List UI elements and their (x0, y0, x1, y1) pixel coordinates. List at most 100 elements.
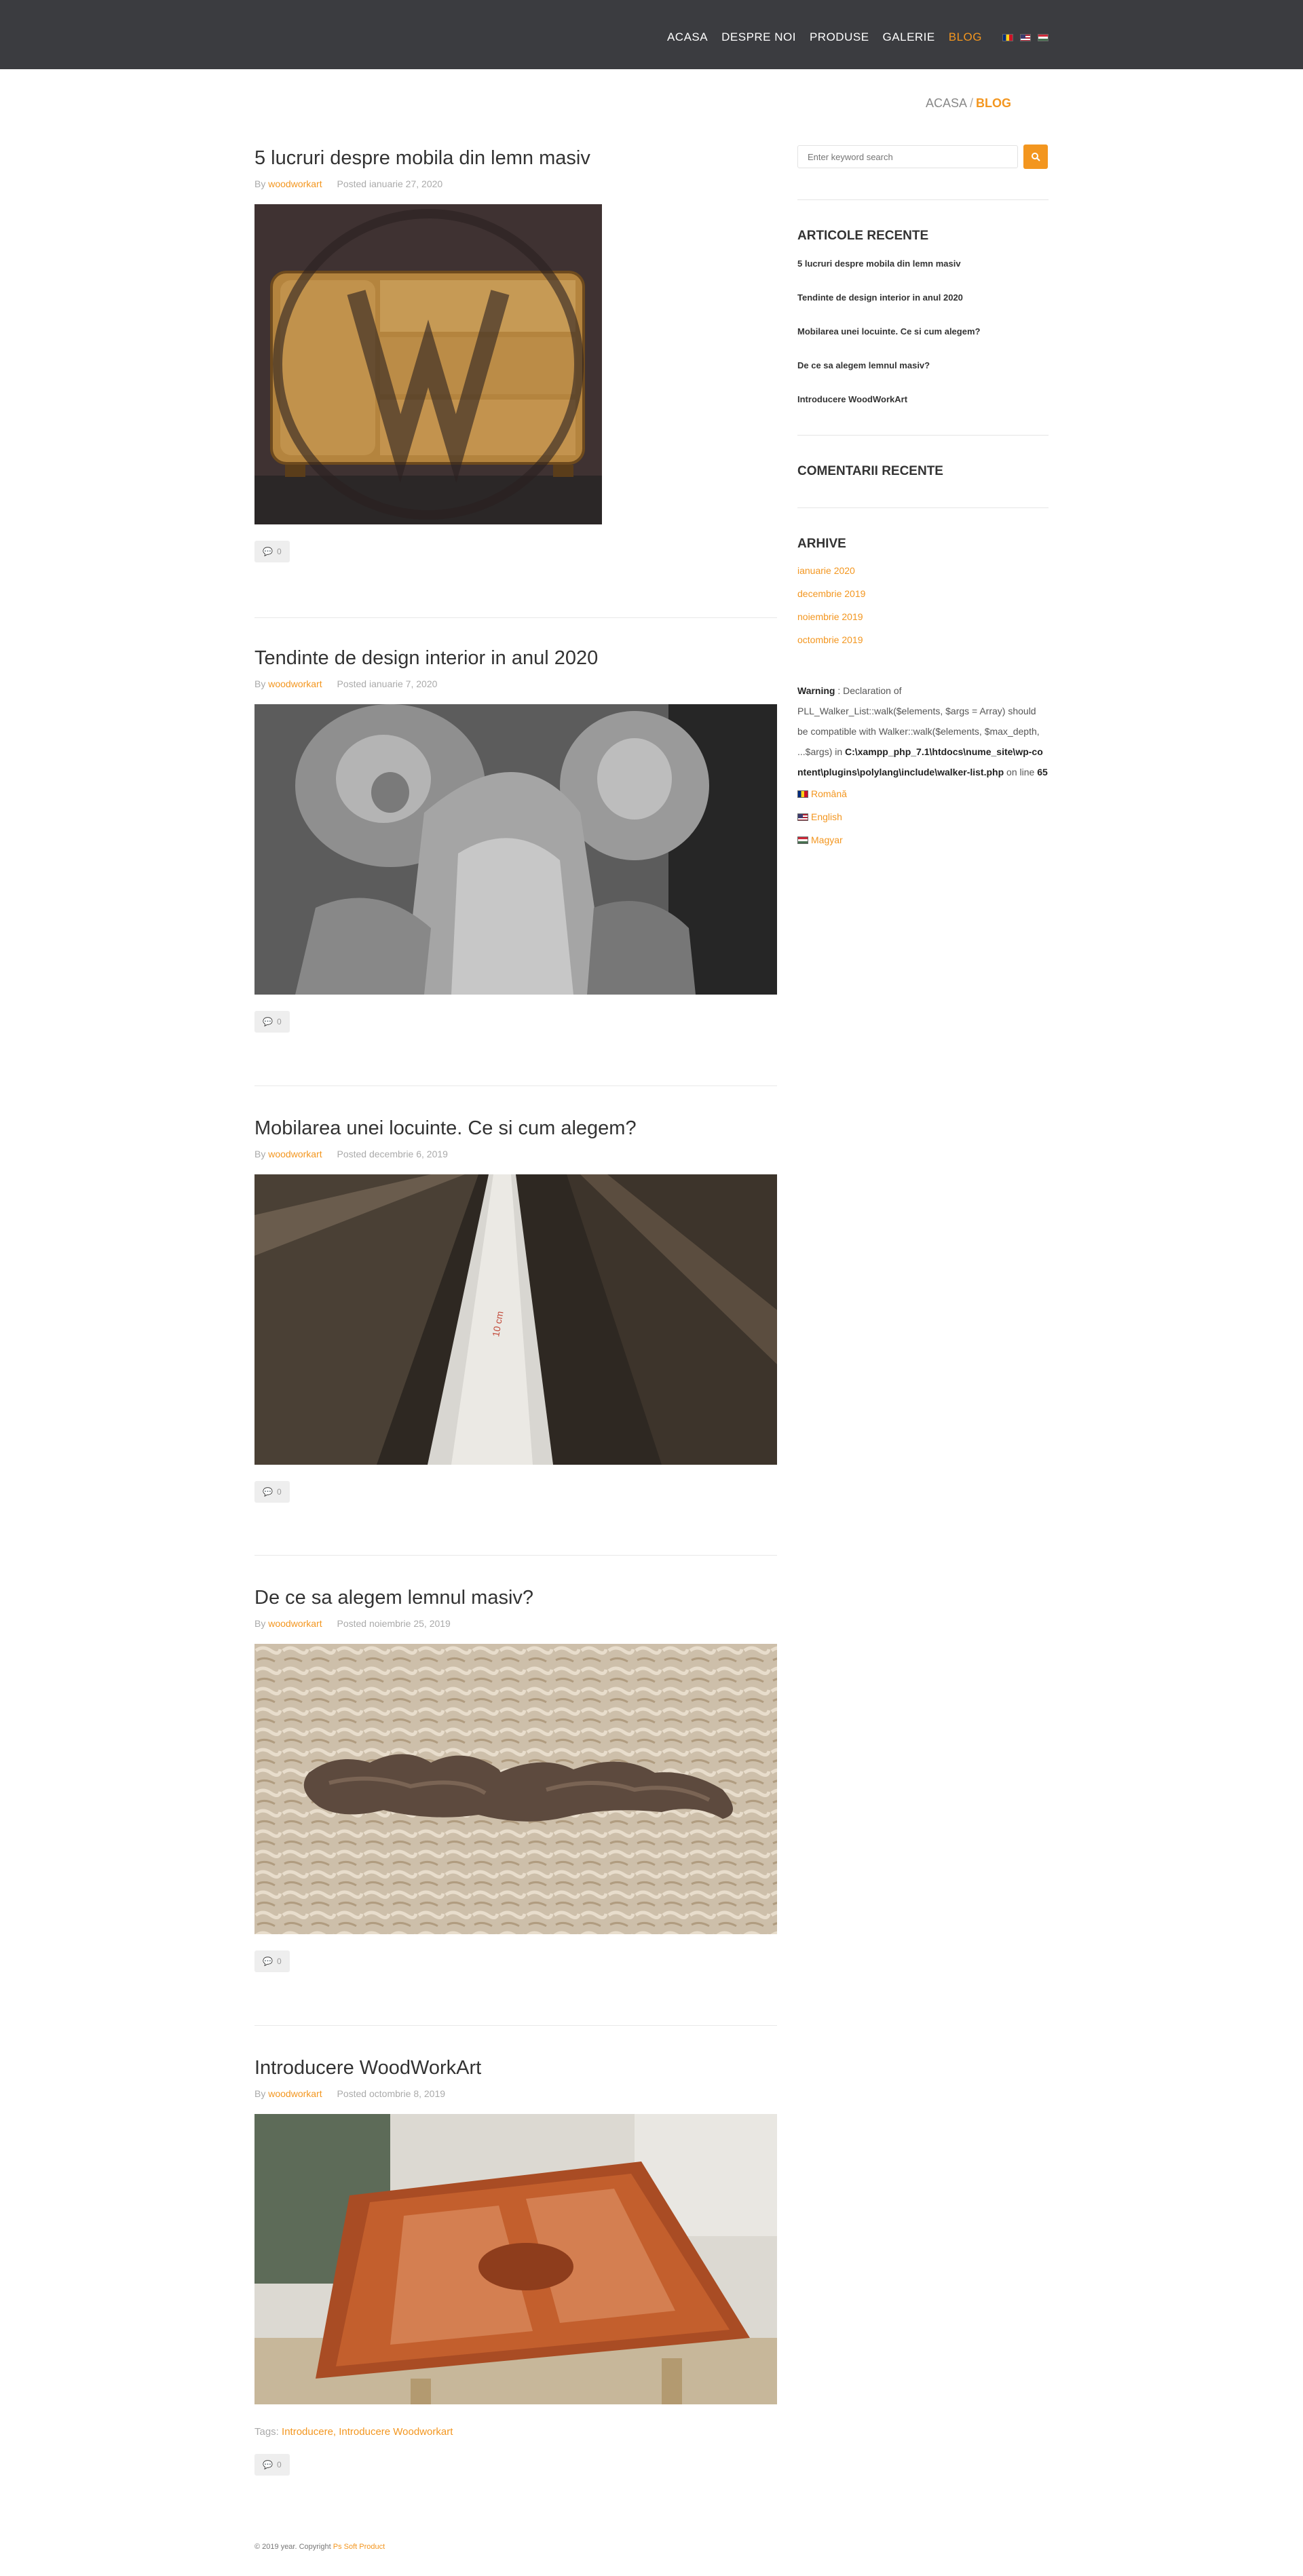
post-meta: By woodworkart Posted noiembrie 25, 2019 (254, 1618, 777, 1632)
main-nav: ACASA DESPRE NOI PRODUSE GALERIE BLOG (667, 31, 1049, 44)
flag-hu-icon (797, 836, 808, 844)
recent-post-link[interactable]: Tendinte de design interior in anul 2020 (797, 292, 1049, 326)
language-ro[interactable]: Română (797, 782, 1049, 805)
sidebar-divider (797, 435, 1049, 436)
comment-bubble-icon: 💬 (263, 2460, 273, 2469)
post-by-label: By (254, 2088, 266, 2099)
nav-produse[interactable]: PRODUSE (810, 31, 869, 44)
post-image-door[interactable] (254, 2114, 777, 2404)
flag-en-icon (797, 813, 808, 821)
search-button[interactable] (1023, 145, 1048, 169)
comments-badge[interactable]: 💬 0 (254, 1950, 290, 1972)
post-date: Posted noiembrie 25, 2019 (337, 1618, 451, 1629)
nav-despre-noi[interactable]: DESPRE NOI (721, 31, 796, 44)
comments-badge[interactable]: 💬 0 (254, 2454, 290, 2476)
language-en[interactable]: English (797, 805, 1049, 828)
language-label: Magyar (811, 834, 843, 845)
post-date: Posted octombrie 8, 2019 (337, 2088, 446, 2099)
flag-en-icon[interactable] (1020, 33, 1031, 41)
breadcrumb-home[interactable]: ACASA (926, 96, 967, 110)
blog-post: Mobilarea unei locuinte. Ce si cum alege… (254, 1116, 777, 1503)
comment-bubble-icon: 💬 (263, 1487, 273, 1497)
post-author-link[interactable]: woodworkart (268, 678, 322, 689)
post-by-label: By (254, 1149, 266, 1159)
sidebar: ARTICOLE RECENTE 5 lucruri despre mobila… (797, 145, 1049, 851)
post-title[interactable]: Mobilarea unei locuinte. Ce si cum alege… (254, 1116, 777, 1140)
post-by-label: By (254, 1618, 266, 1629)
post-author-link[interactable]: woodworkart (268, 2088, 322, 2099)
post-divider (254, 1085, 777, 1086)
comments-count: 0 (276, 1017, 282, 1026)
recent-post-link[interactable]: 5 lucruri despre mobila din lemn masiv (797, 258, 1049, 292)
flag-ro-icon[interactable] (1002, 33, 1013, 41)
post-meta: By woodworkart Posted octombrie 8, 2019 (254, 2088, 777, 2102)
recent-post-link[interactable]: Introducere WoodWorkArt (797, 394, 1049, 428)
post-image-ornament[interactable] (254, 1644, 777, 1934)
comments-count: 0 (276, 1487, 282, 1497)
archives-title: ARHIVE (797, 537, 846, 551)
sidebar-divider (797, 199, 1049, 200)
comments-badge[interactable]: 💬 0 (254, 541, 290, 562)
nav-blog[interactable]: BLOG (949, 31, 982, 44)
post-meta: By woodworkart Posted decembrie 6, 2019 (254, 1149, 777, 1162)
footer-copyright: © 2019 year. Copyright (254, 2543, 331, 2551)
language-hu[interactable]: Magyar (797, 828, 1049, 851)
recent-post-link[interactable]: De ce sa alegem lemnul masiv? (797, 360, 1049, 394)
post-title[interactable]: 5 lucruri despre mobila din lemn masiv (254, 146, 777, 170)
post-divider (254, 1555, 777, 1556)
footer-link[interactable]: Ps Soft Product (333, 2543, 385, 2551)
flag-ro-icon (797, 790, 808, 798)
archives-list: ianuarie 2020 decembrie 2019 noiembrie 2… (797, 565, 1049, 657)
comments-badge[interactable]: 💬 0 (254, 1481, 290, 1503)
language-label: Română (811, 788, 847, 799)
recent-posts-list: 5 lucruri despre mobila din lemn masiv T… (797, 258, 1049, 428)
post-image-sideboard[interactable] (254, 204, 602, 524)
post-tags: Tags: Introducere, Introducere Woodworka… (254, 2426, 777, 2438)
blog-post: Introducere WoodWorkArt By woodworkart P… (254, 2056, 777, 2476)
blog-post: Tendinte de design interior in anul 2020… (254, 646, 777, 1033)
post-title[interactable]: Tendinte de design interior in anul 2020 (254, 646, 777, 670)
archive-link[interactable]: ianuarie 2020 (797, 565, 1049, 588)
post-meta: By woodworkart Posted ianuarie 7, 2020 (254, 678, 777, 692)
comments-badge[interactable]: 💬 0 (254, 1011, 290, 1033)
post-image-carving[interactable] (254, 704, 777, 995)
language-list: Română English Magyar (797, 782, 1049, 851)
post-title[interactable]: Introducere WoodWorkArt (254, 2056, 777, 2080)
archive-link[interactable]: noiembrie 2019 (797, 611, 1049, 634)
post-divider (254, 617, 777, 618)
post-divider (254, 2025, 777, 2026)
comments-count: 0 (276, 547, 282, 556)
search-input[interactable] (797, 145, 1018, 168)
comment-bubble-icon: 💬 (263, 1957, 273, 1966)
nav-galerie[interactable]: GALERIE (883, 31, 935, 44)
post-meta: By woodworkart Posted ianuarie 27, 2020 (254, 178, 777, 192)
post-by-label: By (254, 178, 266, 189)
sidebar-divider (797, 507, 1049, 508)
post-author-link[interactable]: woodworkart (268, 1618, 322, 1629)
archive-link[interactable]: decembrie 2019 (797, 588, 1049, 611)
php-warning: Warning : Declaration of PLL_Walker_List… (797, 680, 1049, 782)
comments-count: 0 (276, 1957, 282, 1966)
comment-bubble-icon: 💬 (263, 1017, 273, 1026)
language-label: English (811, 811, 842, 822)
post-author-link[interactable]: woodworkart (268, 178, 322, 189)
post-author-link[interactable]: woodworkart (268, 1149, 322, 1159)
flag-hu-icon[interactable] (1038, 33, 1049, 41)
post-date: Posted ianuarie 7, 2020 (337, 678, 438, 689)
archive-link[interactable]: octombrie 2019 (797, 634, 1049, 657)
recent-post-link[interactable]: Mobilarea unei locuinte. Ce si cum alege… (797, 326, 1049, 360)
search-widget (797, 145, 1049, 169)
tag-links[interactable]: Introducere, Introducere Woodworkart (282, 2426, 453, 2438)
post-image-tape[interactable]: 10 cm (254, 1174, 777, 1465)
blog-post: De ce sa alegem lemnul masiv? By woodwor… (254, 1585, 777, 1972)
comment-bubble-icon: 💬 (263, 547, 273, 556)
post-title[interactable]: De ce sa alegem lemnul masiv? (254, 1585, 777, 1610)
recent-comments-title: COMENTARII RECENTE (797, 464, 943, 478)
blog-post: 5 lucruri despre mobila din lemn masiv B… (254, 146, 777, 562)
post-date: Posted ianuarie 27, 2020 (337, 178, 443, 189)
warning-label: Warning (797, 685, 835, 696)
footer: © 2019 year. Copyright Ps Soft Product (254, 2543, 385, 2551)
search-icon (1032, 153, 1040, 161)
breadcrumb: ACASA / BLOG (926, 96, 1011, 111)
nav-acasa[interactable]: ACASA (667, 31, 708, 44)
